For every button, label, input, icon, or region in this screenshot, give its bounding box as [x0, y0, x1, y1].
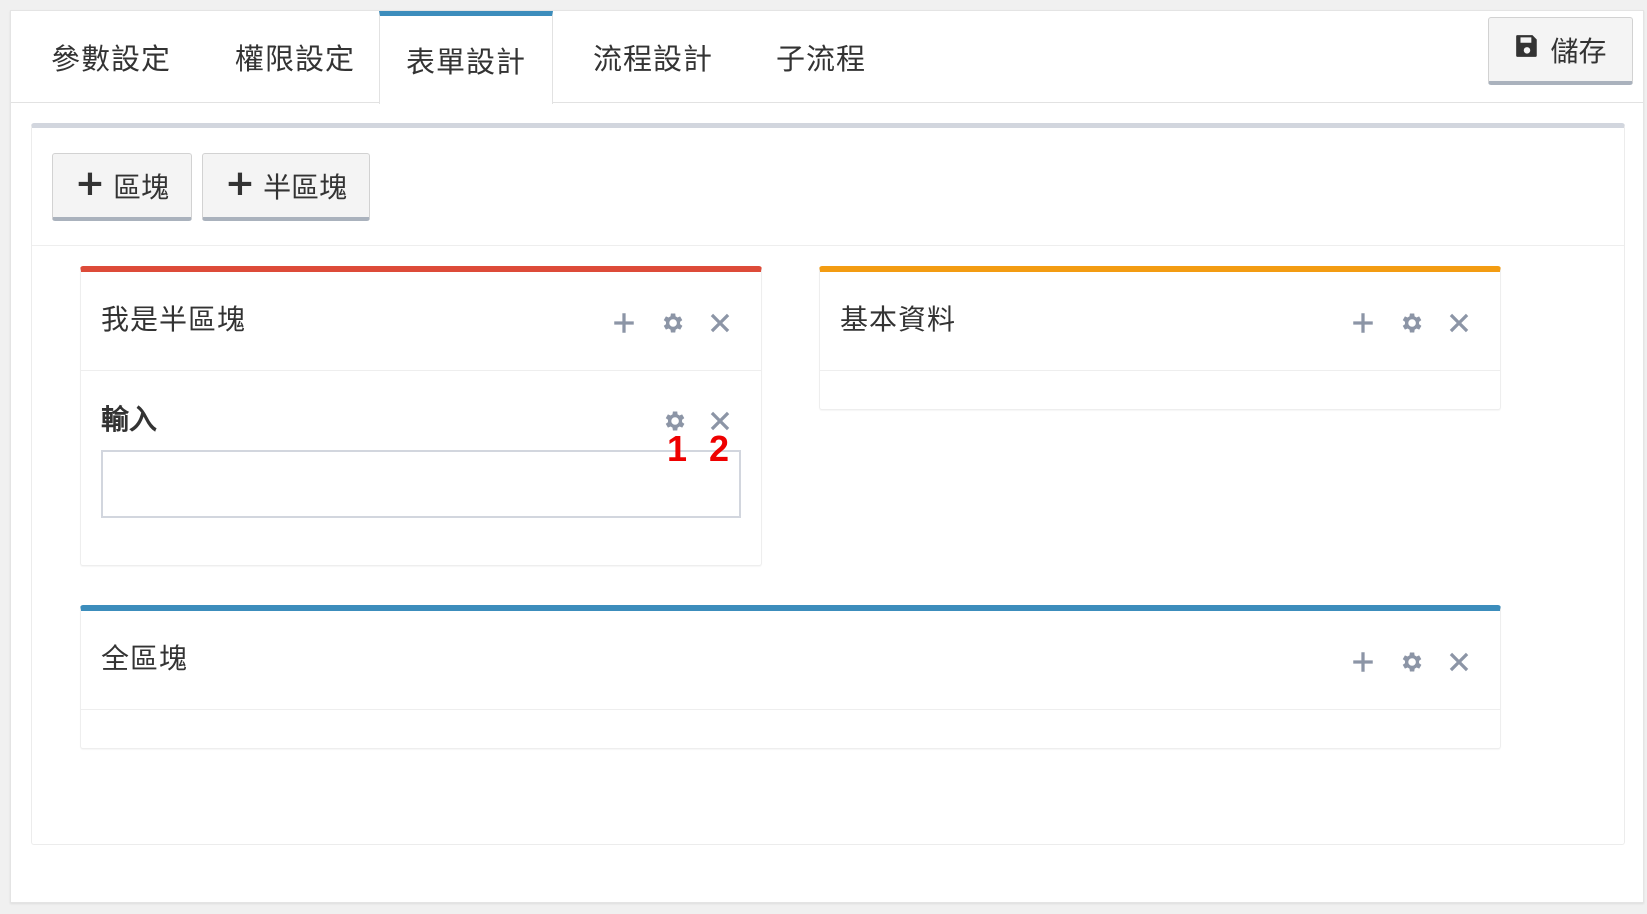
designer-toolbar: + 區塊 + 半區塊: [32, 128, 1624, 246]
save-button-label: 儲存: [1550, 34, 1607, 68]
add-half-block-label: 半區塊: [263, 170, 348, 204]
full-block-header: 全區塊: [81, 611, 1500, 710]
field-label: 輸入: [101, 403, 158, 436]
tab-form-design[interactable]: 表單設計: [379, 11, 553, 104]
close-icon[interactable]: [1446, 310, 1472, 336]
basic-info-header: 基本資料: [820, 272, 1500, 371]
panel-tools: [1350, 649, 1472, 675]
basic-info-panel: 基本資料: [819, 266, 1501, 410]
tab-permission-settings[interactable]: 權限設定: [209, 11, 381, 103]
gear-icon[interactable]: [659, 310, 685, 336]
plus-icon: +: [224, 163, 256, 204]
add-block-button[interactable]: + 區塊: [52, 153, 192, 221]
tab-process-design[interactable]: 流程設計: [567, 11, 739, 103]
add-block-label: 區塊: [113, 170, 170, 204]
floppy-disk-icon: [1514, 33, 1540, 66]
gear-icon[interactable]: [1398, 310, 1424, 336]
half-block-panel: 我是半區塊 輸入 1 2: [80, 266, 762, 566]
close-icon[interactable]: [1446, 649, 1472, 675]
gear-icon[interactable]: [1398, 649, 1424, 675]
add-icon[interactable]: [1350, 649, 1376, 675]
panel-tools: [1350, 310, 1472, 336]
tab-bar: 參數設定 權限設定 表單設計 流程設計 子流程 儲存: [11, 11, 1643, 104]
add-icon[interactable]: [611, 310, 637, 336]
form-designer-window: 參數設定 權限設定 表單設計 流程設計 子流程 儲存 + 區塊 + 半區塊 我是…: [10, 10, 1644, 903]
half-block-header: 我是半區塊: [81, 272, 761, 371]
annotation-marker-1: 1: [667, 428, 688, 469]
text-input-field[interactable]: [101, 450, 741, 518]
full-block-panel: 全區塊: [80, 605, 1501, 749]
close-icon[interactable]: [707, 310, 733, 336]
annotation-marker-2: 2: [709, 428, 730, 469]
add-icon[interactable]: [1350, 310, 1376, 336]
save-button[interactable]: 儲存: [1488, 17, 1633, 85]
add-half-block-button[interactable]: + 半區塊: [202, 153, 370, 221]
panel-title: 我是半區塊: [101, 303, 247, 336]
panel-title: 基本資料: [840, 303, 957, 336]
plus-icon: +: [74, 163, 106, 204]
panel-tools: [611, 310, 733, 336]
tab-subprocess[interactable]: 子流程: [746, 11, 896, 103]
designer-canvas: + 區塊 + 半區塊 我是半區塊 輸入 1 2 基本資料 全區塊: [31, 123, 1625, 845]
tab-parameter-settings[interactable]: 參數設定: [25, 11, 197, 103]
panel-title: 全區塊: [101, 642, 189, 675]
